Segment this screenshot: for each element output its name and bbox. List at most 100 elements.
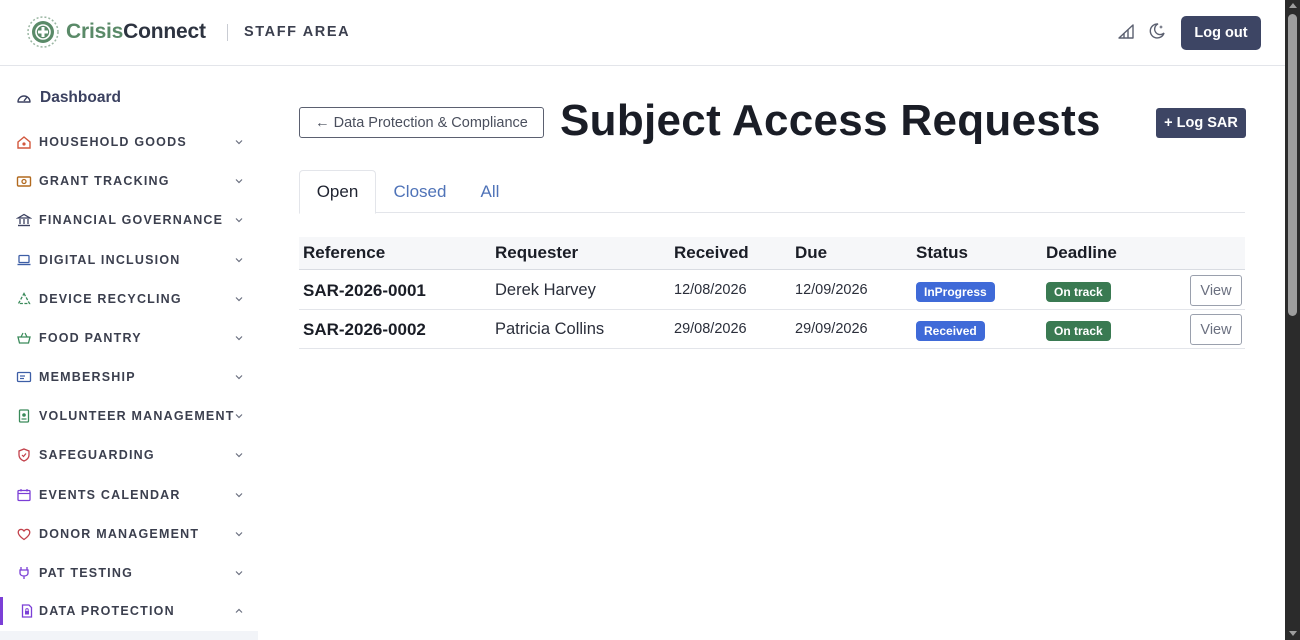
chart-icon[interactable] (1117, 22, 1135, 40)
shield-icon (18, 448, 30, 462)
area-label: STAFF AREA (244, 24, 351, 40)
deadline-badge: On track (1046, 282, 1111, 302)
column-header-reference: Reference (303, 243, 386, 262)
logo-icon[interactable] (26, 15, 60, 49)
back-button[interactable]: ← Data Protection & Compliance (299, 107, 544, 138)
due-cell: 29/09/2026 (795, 321, 868, 337)
chevron-up-icon (235, 608, 243, 613)
sidebar-item-digital-inclusion[interactable]: DIGITAL INCLUSION (0, 246, 258, 274)
scrollbar[interactable] (1285, 0, 1300, 640)
sidebar-item-pat-testing[interactable]: PAT TESTING (0, 559, 258, 587)
plug-icon (19, 567, 29, 579)
column-header-deadline: Deadline (1046, 243, 1117, 262)
requester-cell: Derek Harvey (495, 281, 596, 299)
column-header-requester: Requester (495, 243, 579, 262)
sidebar-item-label: EVENTS CALENDAR (39, 488, 181, 502)
tab-closed[interactable]: Closed (379, 170, 461, 213)
sidebar-item-label: FOOD PANTRY (39, 331, 142, 345)
sidebar-submenu (0, 631, 258, 640)
chevron-down-icon (235, 375, 243, 380)
page: CrisisConnect STAFF AREA Log out Dashboa… (0, 0, 1300, 640)
sidebar-item-label: DIGITAL INCLUSION (39, 253, 181, 267)
chevron-down-icon (235, 336, 243, 341)
sidebar-item-label: GRANT TRACKING (39, 174, 170, 188)
brand-name[interactable]: CrisisConnect (66, 20, 206, 44)
sidebar-item-donor-management[interactable]: DONOR MANAGEMENT (0, 520, 258, 548)
header-divider (227, 24, 228, 41)
log-sar-button[interactable]: + Log SAR (1156, 108, 1246, 138)
sidebar-item-label: DEVICE RECYCLING (39, 292, 182, 306)
dark-mode-icon[interactable] (1148, 22, 1166, 40)
column-header-due: Due (795, 243, 828, 262)
chevron-down-icon (235, 453, 243, 458)
chevron-down-icon (235, 532, 243, 537)
sidebar: Dashboard HOUSEHOLD GOODS GRANT TRACKING… (0, 67, 258, 640)
requester-cell: Patricia Collins (495, 320, 605, 338)
sidebar-item-household-goods[interactable]: HOUSEHOLD GOODS (0, 128, 258, 156)
tab-all[interactable]: All (465, 170, 515, 213)
sidebar-item-food-pantry[interactable]: FOOD PANTRY (0, 324, 258, 352)
reference-cell: SAR-2026-0001 (303, 281, 426, 300)
top-bar: CrisisConnect STAFF AREA Log out (0, 0, 1285, 66)
status-badge: InProgress (916, 282, 995, 302)
tab-bar: Open Closed All (299, 170, 1245, 214)
basket-icon (17, 332, 31, 344)
received-cell: 29/08/2026 (674, 321, 747, 337)
status-badge: Received (916, 321, 985, 341)
gauge-icon (17, 95, 31, 103)
scroll-up-arrow-icon[interactable] (1289, 3, 1297, 8)
sidebar-item-label: SAFEGUARDING (39, 448, 155, 462)
sidebar-item-volunteer-management[interactable]: VOLUNTEER MANAGEMENT (0, 402, 258, 430)
laptop-icon (17, 254, 31, 266)
scrollbar-thumb[interactable] (1288, 14, 1297, 316)
chevron-down-icon (235, 179, 243, 184)
money-icon (16, 176, 32, 187)
column-header-status: Status (916, 243, 968, 262)
chevron-down-icon (235, 140, 243, 145)
lock-file-icon (21, 604, 33, 618)
sidebar-item-label: HOUSEHOLD GOODS (39, 135, 187, 149)
table-row: SAR-2026-0002 Patricia Collins 29/08/202… (299, 310, 1245, 349)
house-icon (17, 136, 31, 149)
heart-icon (17, 528, 31, 541)
recycle-icon (17, 292, 31, 305)
scroll-down-arrow-icon[interactable] (1289, 631, 1297, 636)
sidebar-item-label: MEMBERSHIP (39, 370, 136, 384)
id-card-icon (16, 371, 32, 383)
chevron-down-icon (235, 258, 243, 263)
sidebar-item-membership[interactable]: MEMBERSHIP (0, 363, 258, 391)
sidebar-item-label: PAT TESTING (39, 566, 133, 580)
badge-icon (18, 409, 30, 423)
table-row: SAR-2026-0001 Derek Harvey 12/08/2026 12… (299, 271, 1245, 310)
sidebar-item-safeguarding[interactable]: SAFEGUARDING (0, 441, 258, 469)
chevron-down-icon (235, 493, 243, 498)
page-title: Subject Access Requests (560, 96, 1101, 145)
deadline-badge: On track (1046, 321, 1111, 341)
reference-cell: SAR-2026-0002 (303, 320, 426, 339)
dashboard-label: Dashboard (40, 89, 121, 106)
table-header: Reference Requester Received Due Status … (299, 237, 1245, 270)
chevron-down-icon (235, 414, 243, 419)
logout-button[interactable]: Log out (1181, 16, 1261, 50)
brand-suffix: Connect (123, 20, 206, 43)
sidebar-item-dashboard[interactable]: Dashboard (16, 89, 121, 107)
view-button[interactable]: View (1190, 275, 1242, 306)
due-cell: 12/09/2026 (795, 282, 868, 298)
chevron-down-icon (235, 218, 243, 223)
view-button[interactable]: View (1190, 314, 1242, 345)
sidebar-item-label: FINANCIAL GOVERNANCE (39, 213, 224, 227)
tab-open[interactable]: Open (299, 170, 376, 214)
sidebar-item-device-recycling[interactable]: DEVICE RECYCLING (0, 285, 258, 313)
sidebar-item-financial-governance[interactable]: FINANCIAL GOVERNANCE (0, 206, 258, 234)
chevron-down-icon (235, 571, 243, 576)
received-cell: 12/08/2026 (674, 282, 747, 298)
sidebar-item-grant-tracking[interactable]: GRANT TRACKING (0, 167, 258, 195)
brand-prefix: Crisis (66, 20, 124, 43)
sidebar-item-label: DATA PROTECTION (39, 604, 175, 618)
bank-icon (16, 213, 32, 227)
sidebar-item-label: DONOR MANAGEMENT (39, 527, 200, 541)
sidebar-item-events-calendar[interactable]: EVENTS CALENDAR (0, 481, 258, 509)
sidebar-item-data-protection[interactable]: DATA PROTECTION (0, 597, 258, 625)
calendar-icon (17, 489, 31, 502)
chevron-down-icon (235, 297, 243, 302)
